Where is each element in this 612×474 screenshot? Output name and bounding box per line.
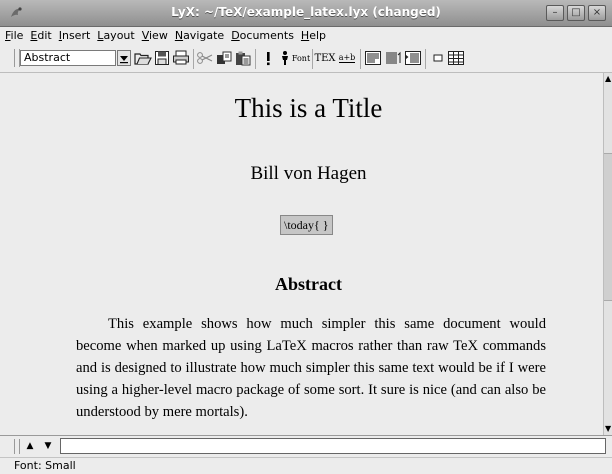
toolbar-separator xyxy=(193,49,194,69)
status-bar: Font: Small xyxy=(0,457,612,474)
toolbar-separator xyxy=(360,49,361,69)
date-ert-inset[interactable]: \today{ } xyxy=(280,215,333,235)
window-title: LyX: ~/TeX/example_latex.lyx (changed) xyxy=(171,5,441,19)
menu-view[interactable]: View xyxy=(139,27,172,44)
abstract-heading[interactable]: Abstract xyxy=(14,274,603,295)
tex-label: TEX xyxy=(314,52,336,64)
toolbar-separator xyxy=(312,49,313,69)
document-author[interactable]: Bill von Hagen xyxy=(14,163,603,185)
insert-box-icon[interactable] xyxy=(429,50,447,66)
scroll-down-icon[interactable]: ▼ xyxy=(605,425,611,433)
menu-insert[interactable]: Insert xyxy=(56,27,95,44)
status-text: Font: Small xyxy=(14,459,76,472)
menu-documents[interactable]: Documents xyxy=(228,27,298,44)
indent-icon[interactable] xyxy=(404,50,422,66)
paste-icon[interactable] xyxy=(234,50,252,66)
font-label: Font xyxy=(291,53,311,63)
math-label: a+b xyxy=(338,52,356,63)
toolbar-separator xyxy=(425,49,426,69)
menu-edit[interactable]: Edit xyxy=(27,27,55,44)
save-icon[interactable] xyxy=(153,50,171,66)
menu-navigate[interactable]: Navigate xyxy=(172,27,228,44)
abstract-paragraph[interactable]: This example shows how much simpler this… xyxy=(76,313,546,423)
scroll-up-icon[interactable]: ▲ xyxy=(605,75,611,83)
menubar: File Edit Insert Layout View Navigate Do… xyxy=(0,27,612,44)
menu-file[interactable]: File xyxy=(2,27,27,44)
font-button[interactable]: Font xyxy=(292,50,310,66)
copy-icon[interactable] xyxy=(215,50,233,66)
tex-mode-button[interactable]: TEX xyxy=(314,50,336,66)
emphasis-icon[interactable] xyxy=(259,50,277,66)
math-mode-button[interactable]: a+b xyxy=(336,50,358,66)
document-title[interactable]: This is a Title xyxy=(14,93,603,124)
enumerate-icon[interactable] xyxy=(384,50,402,66)
open-folder-icon[interactable] xyxy=(134,50,152,66)
command-grip[interactable] xyxy=(14,439,20,454)
scrollbar-thumb[interactable] xyxy=(604,153,612,301)
window-titlebar: LyX: ~/TeX/example_latex.lyx (changed) –… xyxy=(0,0,612,27)
minimize-button[interactable]: – xyxy=(546,5,564,21)
menu-help[interactable]: Help xyxy=(298,27,330,44)
close-button[interactable]: × xyxy=(588,5,606,21)
maximize-button[interactable]: □ xyxy=(567,5,585,21)
toolbar: Abstract Font TEX a+b xyxy=(0,44,612,73)
itemize-icon[interactable] xyxy=(364,50,382,66)
menu-layout[interactable]: Layout xyxy=(94,27,138,44)
toolbar-separator xyxy=(255,49,256,69)
command-input[interactable] xyxy=(60,438,606,454)
history-down-icon[interactable]: ▼ xyxy=(40,439,56,454)
command-buffer: ▲ ▼ xyxy=(0,435,612,457)
chevron-down-icon[interactable] xyxy=(117,50,131,66)
history-up-icon[interactable]: ▲ xyxy=(22,439,38,454)
cut-icon[interactable] xyxy=(196,50,214,66)
document-workarea[interactable]: This is a Title Bill von Hagen \today{ }… xyxy=(14,73,603,435)
paragraph-layout-select[interactable]: Abstract xyxy=(20,50,116,66)
vertical-scrollbar[interactable]: ▲ ▼ xyxy=(603,73,612,435)
insert-table-icon[interactable] xyxy=(447,50,465,66)
print-icon[interactable] xyxy=(172,50,190,66)
